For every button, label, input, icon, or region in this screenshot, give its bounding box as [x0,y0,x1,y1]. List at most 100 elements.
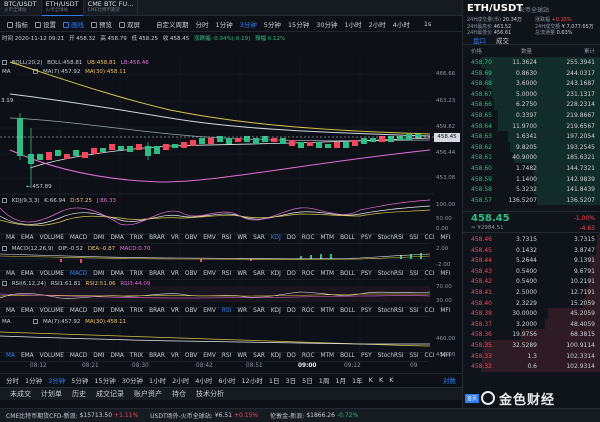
bid-row[interactable]: 458.45 0.1432 3.8747 [463,244,600,256]
indicator-tab-macd[interactable]: MACD [70,235,87,241]
bid-row[interactable]: 458.43 0.5400 9.6791 [463,265,600,277]
interval-1h[interactable]: 1小时 [344,19,361,29]
interval-option[interactable]: 3日 [285,375,296,385]
interval-option[interactable]: 12小时 [242,375,263,385]
symbol-tab-cme[interactable]: CME BTC FU... CME比特币期货 [84,0,139,16]
indicator-tab-wr[interactable]: WR [237,271,247,277]
indicator-tab-ema[interactable]: EMA [21,271,34,277]
tab-account-assets[interactable]: 账户资产 [134,389,162,399]
indicator-tab-rsi[interactable]: RSI [222,353,231,359]
bid-row[interactable]: 458.33 1.3 102.3314 [463,350,600,362]
interval-option[interactable]: 5日 [302,375,313,385]
indicator-tab-volume[interactable]: VOLUME [40,235,64,241]
interval-option[interactable]: 3分钟 [48,375,65,385]
interval-option[interactable]: 30分钟 [122,375,143,385]
ask-row[interactable]: 458.68 3.6000 243.1687 [463,78,600,89]
interval-option[interactable]: 1周 [319,375,330,385]
interval-option[interactable]: 1年 [352,375,363,385]
indicator-tab-psy[interactable]: PSY [361,235,372,241]
indicator-tab-psy[interactable]: PSY [361,353,372,359]
indicator-tab-volume[interactable]: VOLUME [40,353,64,359]
ask-row[interactable]: 458.66 6.2750 228.2314 [463,99,600,110]
indicator-tab-trix[interactable]: TRIX [130,308,143,314]
indicator-tab-ma[interactable]: MA [6,271,15,277]
indicator-tab-obv[interactable]: OBV [185,308,197,314]
indicator-tab-boll[interactable]: BOLL [340,235,355,241]
indicator-tab-cci[interactable]: CCI [425,308,435,314]
interval-option[interactable]: 分时 [6,375,19,385]
indicator-tab-brar[interactable]: BRAR [149,353,165,359]
kdj-toggle-icon[interactable] [2,198,7,203]
indicator-tab-mtm[interactable]: MTM [321,271,335,277]
bid-row[interactable]: 458.32 0.6 102.9314 [463,361,600,372]
interval-15m[interactable]: 15分钟 [288,19,309,29]
indicator-tab-brar[interactable]: BRAR [149,235,165,241]
indicator-tab-ma[interactable]: MA [6,235,15,241]
indicator-tab-do[interactable]: DO [287,353,296,359]
indicator-tab-dma[interactable]: DMA [110,353,123,359]
indicator-tab-ssi[interactable]: SSI [409,308,418,314]
ask-row[interactable]: 458.59 1.1400 142.9839 [463,173,600,185]
indicator-tab-dma[interactable]: DMA [110,308,123,314]
indicator-tab-cci[interactable]: CCI [425,271,435,277]
indicator-tab-vr[interactable]: VR [171,353,179,359]
tab-trade-records[interactable]: 成交记录 [96,389,124,399]
interval-option[interactable]: 6小时 [218,375,235,385]
indicator-tab-roc[interactable]: ROC [302,353,315,359]
indicator-tab-obv[interactable]: OBV [185,271,197,277]
indicator-tab-emv[interactable]: EMV [203,271,216,277]
indicator-tab-vr[interactable]: VR [171,271,179,277]
more-intervals-button[interactable]: 1s [424,20,432,28]
interval-option[interactable]: 5分钟 [71,375,88,385]
interval-timeshare[interactable]: 分时 [196,19,209,29]
indicator-tab-kdj[interactable]: KDJ [271,271,281,277]
indicator-tab-do[interactable]: DO [287,271,296,277]
interval-option[interactable]: 4小时 [195,375,212,385]
indicator-tab-ma[interactable]: MA [6,308,15,314]
indicator-tab-ma[interactable]: MA [6,353,15,359]
indicator-tab-wr[interactable]: WR [237,308,247,314]
ticker-name[interactable]: 伦敦金-新浪: [270,411,304,420]
indicator-tab-dma[interactable]: DMA [110,271,123,277]
indicator-tab-macd[interactable]: MACD [70,308,87,314]
indicator-tab-psy[interactable]: PSY [361,271,372,277]
interval-3m[interactable]: 3分钟 [240,19,257,29]
interval-option[interactable]: K [369,376,373,384]
bid-row[interactable]: 458.36 19.9756 68.3815 [463,329,600,340]
indicator-tab-ema[interactable]: EMA [21,308,34,314]
indicator-tab-boll[interactable]: BOLL [340,353,355,359]
indicator-tab-macd[interactable]: MACD [70,353,87,359]
ask-row[interactable]: 458.65 0.3397 219.8667 [463,110,600,121]
settings-button[interactable]: 设置 [35,19,56,29]
interval-5m[interactable]: 5分钟 [264,19,281,29]
interval-option[interactable]: 15分钟 [94,375,115,385]
indicator-tab-emv[interactable]: EMV [203,353,216,359]
ask-row[interactable]: 458.60 1.7482 144.7321 [463,163,600,174]
indicator-tab-stochrsi[interactable]: StochRSI [378,271,404,277]
tab-plan-orders[interactable]: 计划单 [41,389,62,399]
indicator-tab-mtm[interactable]: MTM [321,353,335,359]
tab-positions[interactable]: 持仓 [172,389,186,399]
tab-trades[interactable]: 成交 [496,35,509,45]
indicator-tab-rsi[interactable]: RSI [222,235,231,241]
macd-toggle-icon[interactable] [2,246,7,251]
ticker-name[interactable]: USDT场外-火币全球站: [150,411,213,420]
indicator-tab-brar[interactable]: BRAR [149,271,165,277]
indicator-tab-mtm[interactable]: MTM [321,235,335,241]
indicator-tab-stochrsi[interactable]: StochRSI [378,235,404,241]
indicator-tab-trix[interactable]: TRIX [130,271,143,277]
ask-row[interactable]: 458.57 136.5207 136.5207 [463,194,600,206]
ma-sub-toggle-icon[interactable] [33,319,39,324]
bid-row[interactable]: 458.35 32.5289 100.9114 [463,340,600,351]
indicator-tab-cci[interactable]: CCI [425,235,435,241]
indicator-tab-brar[interactable]: BRAR [149,308,165,314]
ask-row[interactable]: 458.62 9.8205 193.2545 [463,141,600,153]
ask-row[interactable]: 458.63 1.6341 197.2054 [463,131,600,142]
indicator-tab-ema[interactable]: EMA [21,353,34,359]
indicator-tab-roc[interactable]: ROC [302,271,315,277]
indicator-tab-stochrsi[interactable]: StochRSI [378,308,404,314]
indicator-tab-volume[interactable]: VOLUME [40,271,64,277]
ask-row[interactable]: 458.69 0.8630 244.0317 [463,67,600,79]
indicator-tab-sar[interactable]: SAR [253,271,265,277]
indicator-tab-rsi[interactable]: RSI [222,271,231,277]
